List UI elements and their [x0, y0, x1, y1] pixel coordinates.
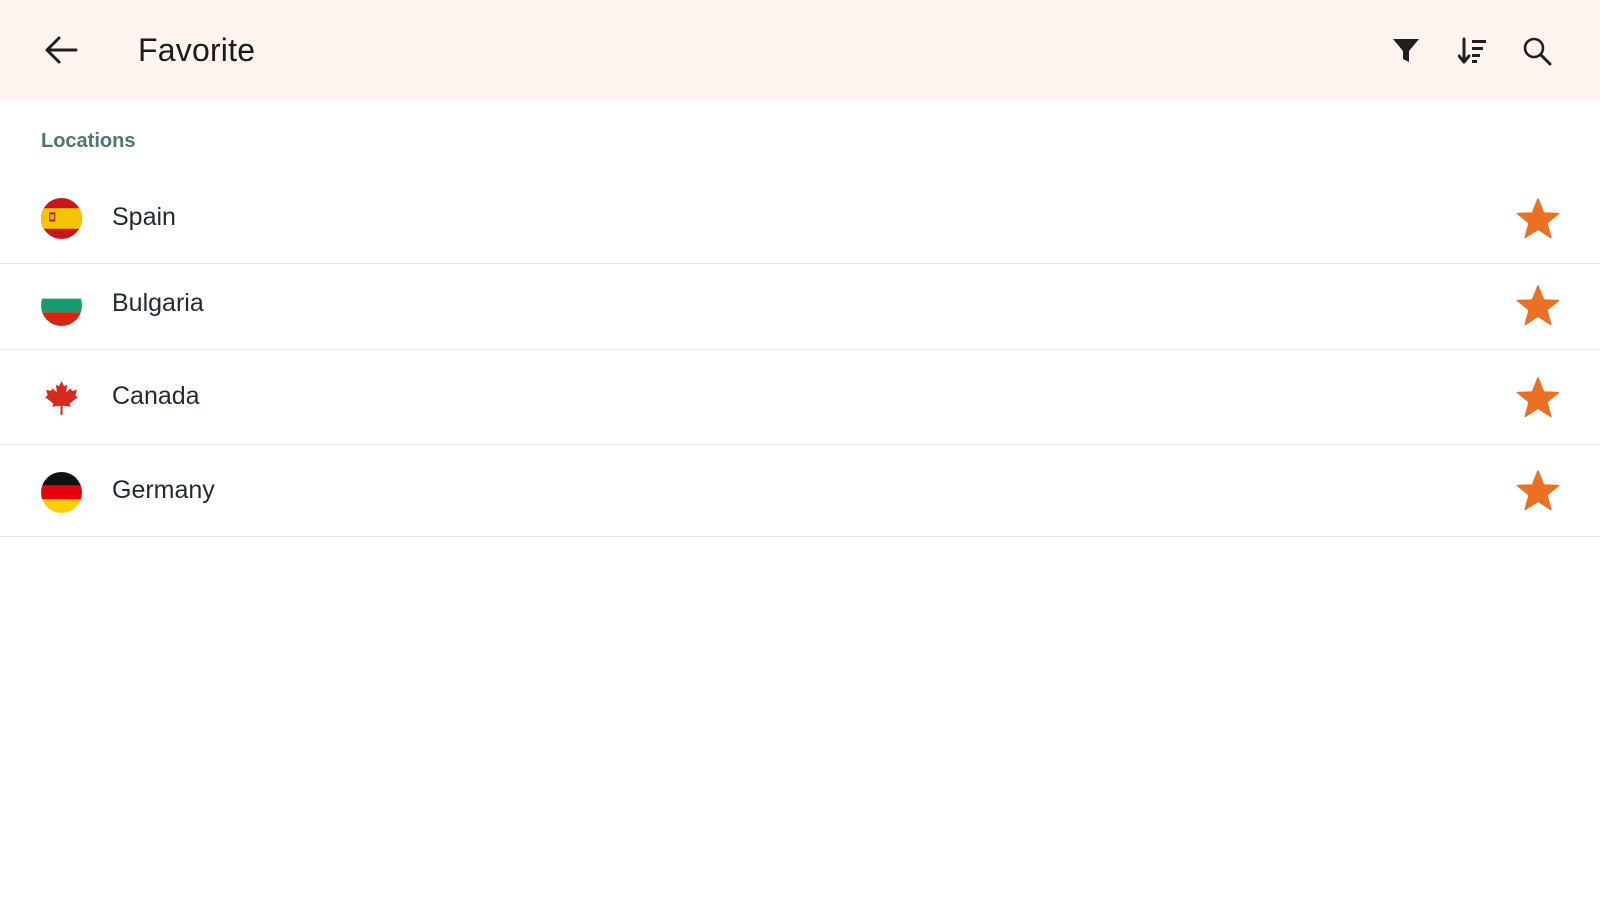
location-name: Spain — [112, 203, 176, 231]
spain-flag-icon — [41, 198, 82, 239]
star-icon — [1516, 470, 1560, 511]
favorite-star-button[interactable] — [1514, 282, 1562, 330]
location-name: Bulgaria — [112, 289, 204, 317]
canada-flag-icon — [45, 381, 78, 415]
germany-flag-icon — [41, 472, 82, 513]
star-icon — [1516, 198, 1560, 239]
filter-button[interactable] — [1381, 26, 1431, 76]
back-button[interactable] — [34, 25, 88, 75]
location-row-canada[interactable]: Canada — [0, 349, 1600, 445]
page-title: Favorite — [138, 32, 256, 68]
search-button[interactable] — [1512, 26, 1562, 76]
location-name: Canada — [112, 382, 200, 410]
location-row-bulgaria[interactable]: Bulgaria — [0, 263, 1600, 350]
sort-icon — [1458, 37, 1486, 64]
favorite-star-button[interactable] — [1514, 374, 1562, 422]
location-row-germany[interactable]: Germany — [0, 444, 1600, 537]
sort-button[interactable] — [1448, 26, 1498, 76]
app-root: Favorite Locations Spain Bulgaria Canada… — [0, 0, 1600, 900]
star-icon — [1516, 285, 1560, 326]
top-app-bar: Favorite — [0, 0, 1600, 100]
arrow-left-icon — [45, 36, 78, 64]
section-label-locations: Locations — [41, 130, 136, 152]
location-name: Germany — [112, 476, 215, 504]
favorite-star-button[interactable] — [1514, 467, 1562, 515]
bulgaria-flag-icon — [41, 285, 82, 326]
location-row-spain[interactable]: Spain — [0, 175, 1600, 264]
filter-icon — [1393, 39, 1419, 62]
search-icon — [1523, 37, 1552, 66]
star-icon — [1516, 377, 1560, 418]
favorite-star-button[interactable] — [1514, 195, 1562, 243]
